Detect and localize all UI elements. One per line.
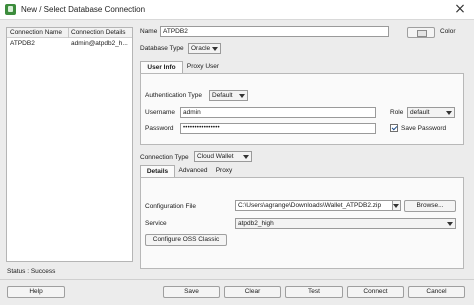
- service-value: atpdb2_high: [238, 220, 274, 227]
- browse-button[interactable]: Browse...: [404, 200, 456, 212]
- service-label: Service: [145, 220, 167, 227]
- chevron-down-icon: [393, 204, 399, 208]
- chevron-down-icon: [446, 111, 452, 115]
- tab-advanced[interactable]: Advanced: [175, 165, 211, 177]
- connection-name-cell: ATPDB2: [10, 40, 35, 47]
- test-button[interactable]: Test: [285, 286, 343, 298]
- config-file-value: C:\Users\agrange\Downloads\Wallet_ATPDB2…: [238, 202, 382, 209]
- tab-details[interactable]: Details: [140, 165, 175, 177]
- sqldeveloper-icon: [5, 4, 16, 15]
- chevron-down-icon: [212, 47, 218, 51]
- role-value: default: [410, 109, 430, 116]
- password-field[interactable]: ••••••••••••••••: [180, 123, 376, 134]
- column-header-connection-details[interactable]: Connection Details: [71, 28, 131, 38]
- auth-type-label: Authentication Type: [145, 92, 202, 99]
- config-file-dropdown[interactable]: [392, 200, 401, 211]
- name-label: Name: [140, 28, 158, 35]
- database-type-label: Database Type: [140, 45, 184, 52]
- connection-details-cell: admin@atpdb2_h...: [71, 40, 128, 47]
- database-type-select[interactable]: Oracle: [188, 43, 221, 54]
- help-button[interactable]: Help: [7, 286, 65, 298]
- status-text: Status : Success: [7, 268, 56, 275]
- save-button[interactable]: Save: [163, 286, 220, 298]
- config-file-field[interactable]: C:\Users\agrange\Downloads\Wallet_ATPDB2…: [235, 200, 401, 211]
- table-row[interactable]: ATPDB2 admin@atpdb2_h...: [7, 39, 132, 49]
- dialog-window: New / Select Database Connection × Conne…: [0, 0, 474, 305]
- service-select[interactable]: atpdb2_high: [235, 218, 456, 229]
- name-field[interactable]: ATPDB2: [160, 26, 389, 37]
- connect-button[interactable]: Connect: [347, 286, 404, 298]
- chevron-down-icon: [243, 155, 249, 159]
- window-title: New / Select Database Connection: [21, 5, 146, 14]
- connection-type-value: Cloud Wallet: [197, 153, 234, 160]
- clear-button[interactable]: Clear: [224, 286, 281, 298]
- connection-type-label: Connection Type: [140, 154, 189, 161]
- tab-proxy-user[interactable]: Proxy User: [183, 61, 223, 73]
- config-file-label: Configuration File: [145, 203, 196, 210]
- password-label: Password: [145, 125, 174, 132]
- color-picker-button[interactable]: [407, 27, 435, 38]
- role-select[interactable]: default: [407, 107, 455, 118]
- chevron-down-icon: [447, 222, 453, 226]
- username-field[interactable]: admin: [180, 107, 376, 118]
- auth-type-value: Default: [212, 92, 233, 99]
- title-bar: New / Select Database Connection ×: [0, 0, 474, 20]
- close-icon[interactable]: ×: [450, 1, 470, 18]
- divider: [0, 279, 474, 280]
- column-divider[interactable]: [68, 28, 69, 38]
- auth-type-select[interactable]: Default: [209, 90, 248, 101]
- database-type-value: Oracle: [191, 45, 211, 52]
- chevron-down-icon: [239, 94, 245, 98]
- role-label: Role: [390, 109, 404, 116]
- save-password-checkbox[interactable]: [390, 124, 398, 132]
- tab-user-info[interactable]: User Info: [140, 61, 183, 73]
- save-password-label: Save Password: [401, 125, 447, 132]
- username-label: Username: [145, 109, 175, 116]
- cancel-button[interactable]: Cancel: [408, 286, 465, 298]
- configure-oss-classic-button[interactable]: Configure OSS Classic: [145, 234, 227, 246]
- color-label: Color: [440, 28, 456, 35]
- column-header-connection-name[interactable]: Connection Name: [10, 28, 67, 38]
- connection-type-select[interactable]: Cloud Wallet: [194, 151, 252, 162]
- tab-proxy[interactable]: Proxy: [211, 165, 237, 177]
- connection-list-header: Connection Name Connection Details: [7, 28, 132, 38]
- connection-list: Connection Name Connection Details ATPDB…: [6, 27, 133, 262]
